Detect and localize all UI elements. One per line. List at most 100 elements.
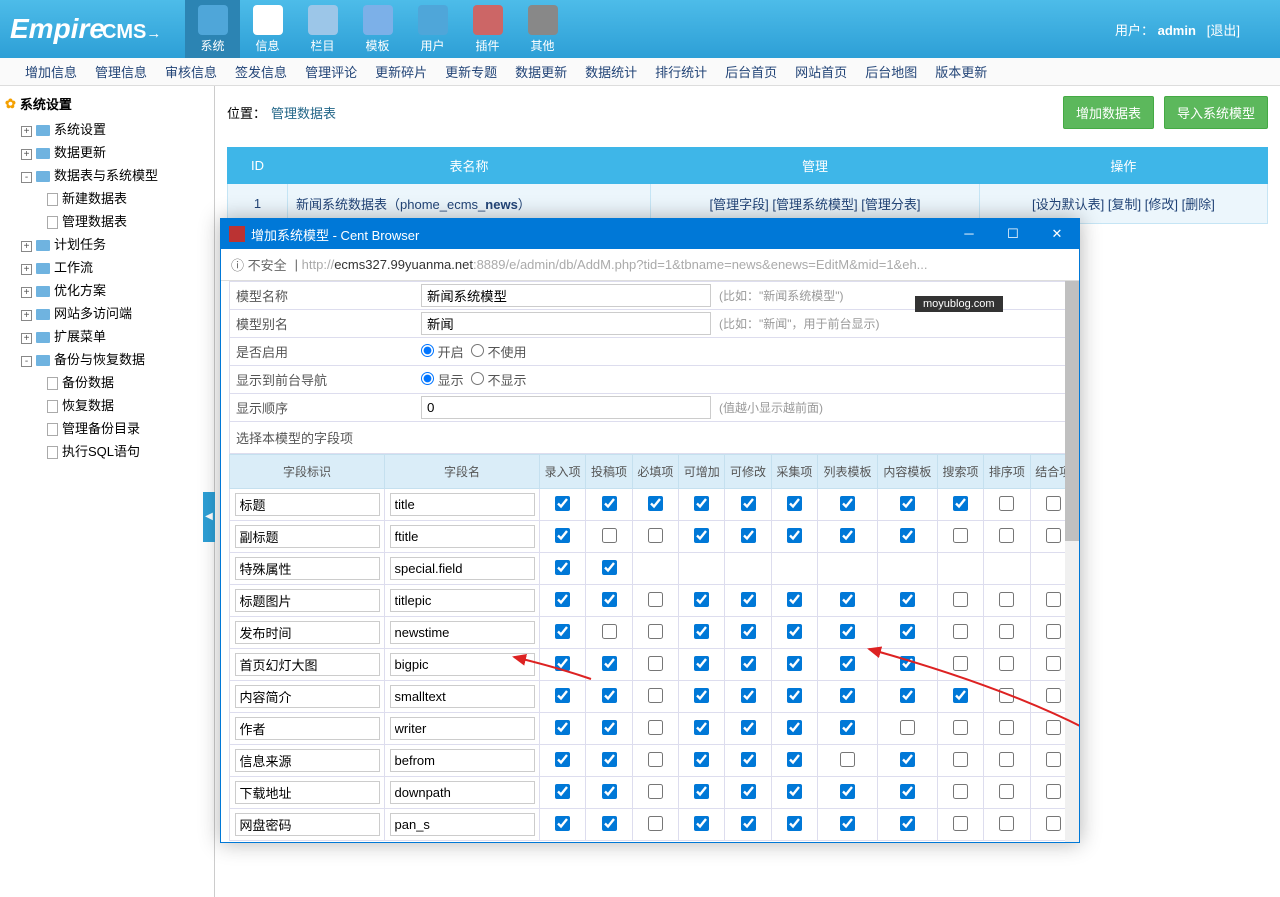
field-checkbox[interactable] [900,688,915,703]
op-link[interactable]: [删除] [1182,197,1215,212]
field-checkbox[interactable] [999,784,1014,799]
manage-link[interactable]: [管理字段] [710,197,769,212]
field-checkbox[interactable] [555,624,570,639]
address-bar[interactable]: ⓘ 不安全| http://ecms327.99yuanma.net:8889/… [221,249,1079,281]
field-checkbox[interactable] [840,496,855,511]
field-name-input[interactable] [390,749,535,772]
field-checkbox[interactable] [555,688,570,703]
maximize-button[interactable]: ☐ [991,219,1035,249]
field-checkbox[interactable] [787,784,802,799]
subnav-item[interactable]: 数据统计 [585,62,637,81]
field-checkbox[interactable] [999,592,1014,607]
field-checkbox[interactable] [602,784,617,799]
collapse-sidebar[interactable]: ◀ [203,492,215,542]
field-checkbox[interactable] [602,624,617,639]
minimize-button[interactable]: ─ [947,219,991,249]
scrollbar[interactable] [1065,281,1079,842]
field-checkbox[interactable] [648,528,663,543]
field-checkbox[interactable] [1046,528,1061,543]
order-input[interactable] [421,396,711,419]
subnav-item[interactable]: 管理信息 [95,62,147,81]
tree-item[interactable]: +计划任务 [7,232,209,255]
field-checkbox[interactable] [741,592,756,607]
field-checkbox[interactable] [648,656,663,671]
field-checkbox[interactable] [741,624,756,639]
field-checkbox[interactable] [741,752,756,767]
field-checkbox[interactable] [694,752,709,767]
field-checkbox[interactable] [741,496,756,511]
field-checkbox[interactable] [694,656,709,671]
op-link[interactable]: [复制] [1108,197,1141,212]
import-model-button[interactable]: 导入系统模型 [1164,96,1268,129]
field-ident-input[interactable] [235,557,380,580]
field-checkbox[interactable] [840,752,855,767]
field-name-input[interactable] [390,717,535,740]
field-checkbox[interactable] [787,656,802,671]
field-checkbox[interactable] [694,528,709,543]
field-checkbox[interactable] [840,688,855,703]
tree-sub-item[interactable]: 新建数据表 [7,186,209,209]
field-checkbox[interactable] [953,752,968,767]
field-name-input[interactable] [390,525,535,548]
field-ident-input[interactable] [235,813,380,836]
subnav-item[interactable]: 排行统计 [655,62,707,81]
op-link[interactable]: [修改] [1145,197,1178,212]
field-checkbox[interactable] [787,688,802,703]
field-checkbox[interactable] [648,688,663,703]
field-ident-input[interactable] [235,717,380,740]
field-checkbox[interactable] [602,528,617,543]
field-checkbox[interactable] [1046,496,1061,511]
field-checkbox[interactable] [787,528,802,543]
field-checkbox[interactable] [555,528,570,543]
tree-item[interactable]: +优化方案 [7,278,209,301]
nav-系统[interactable]: 系统 [185,0,240,58]
field-checkbox[interactable] [555,816,570,831]
field-checkbox[interactable] [648,784,663,799]
field-checkbox[interactable] [602,720,617,735]
field-checkbox[interactable] [1046,656,1061,671]
field-checkbox[interactable] [694,720,709,735]
field-checkbox[interactable] [900,496,915,511]
field-checkbox[interactable] [602,496,617,511]
field-checkbox[interactable] [694,784,709,799]
field-checkbox[interactable] [694,688,709,703]
field-checkbox[interactable] [999,496,1014,511]
nav-栏目[interactable]: 栏目 [295,0,350,58]
field-name-input[interactable] [390,685,535,708]
field-checkbox[interactable] [602,816,617,831]
field-checkbox[interactable] [900,752,915,767]
field-checkbox[interactable] [840,816,855,831]
field-checkbox[interactable] [555,592,570,607]
subnav-item[interactable]: 增加信息 [25,62,77,81]
subnav-item[interactable]: 后台地图 [865,62,917,81]
field-checkbox[interactable] [840,720,855,735]
field-checkbox[interactable] [602,688,617,703]
field-checkbox[interactable] [694,592,709,607]
subnav-item[interactable]: 更新碎片 [375,62,427,81]
field-checkbox[interactable] [1046,688,1061,703]
field-checkbox[interactable] [1046,720,1061,735]
field-checkbox[interactable] [953,496,968,511]
field-checkbox[interactable] [741,816,756,831]
field-checkbox[interactable] [787,592,802,607]
field-checkbox[interactable] [741,688,756,703]
field-name-input[interactable] [390,621,535,644]
subnav-item[interactable]: 更新专题 [445,62,497,81]
field-ident-input[interactable] [235,525,380,548]
tree-sub-item[interactable]: 恢复数据 [7,393,209,416]
logout-link[interactable]: [退出] [1207,23,1240,38]
subnav-item[interactable]: 审核信息 [165,62,217,81]
subnav-item[interactable]: 后台首页 [725,62,777,81]
field-checkbox[interactable] [900,656,915,671]
field-checkbox[interactable] [900,624,915,639]
subnav-item[interactable]: 版本更新 [935,62,987,81]
tree-item[interactable]: -数据表与系统模型 [7,163,209,186]
field-checkbox[interactable] [602,592,617,607]
nav-信息[interactable]: 信息 [240,0,295,58]
manage-link[interactable]: [管理系统模型] [772,197,857,212]
tree-sub-item[interactable]: 管理备份目录 [7,416,209,439]
field-checkbox[interactable] [999,624,1014,639]
field-checkbox[interactable] [648,592,663,607]
field-checkbox[interactable] [787,720,802,735]
field-checkbox[interactable] [840,656,855,671]
